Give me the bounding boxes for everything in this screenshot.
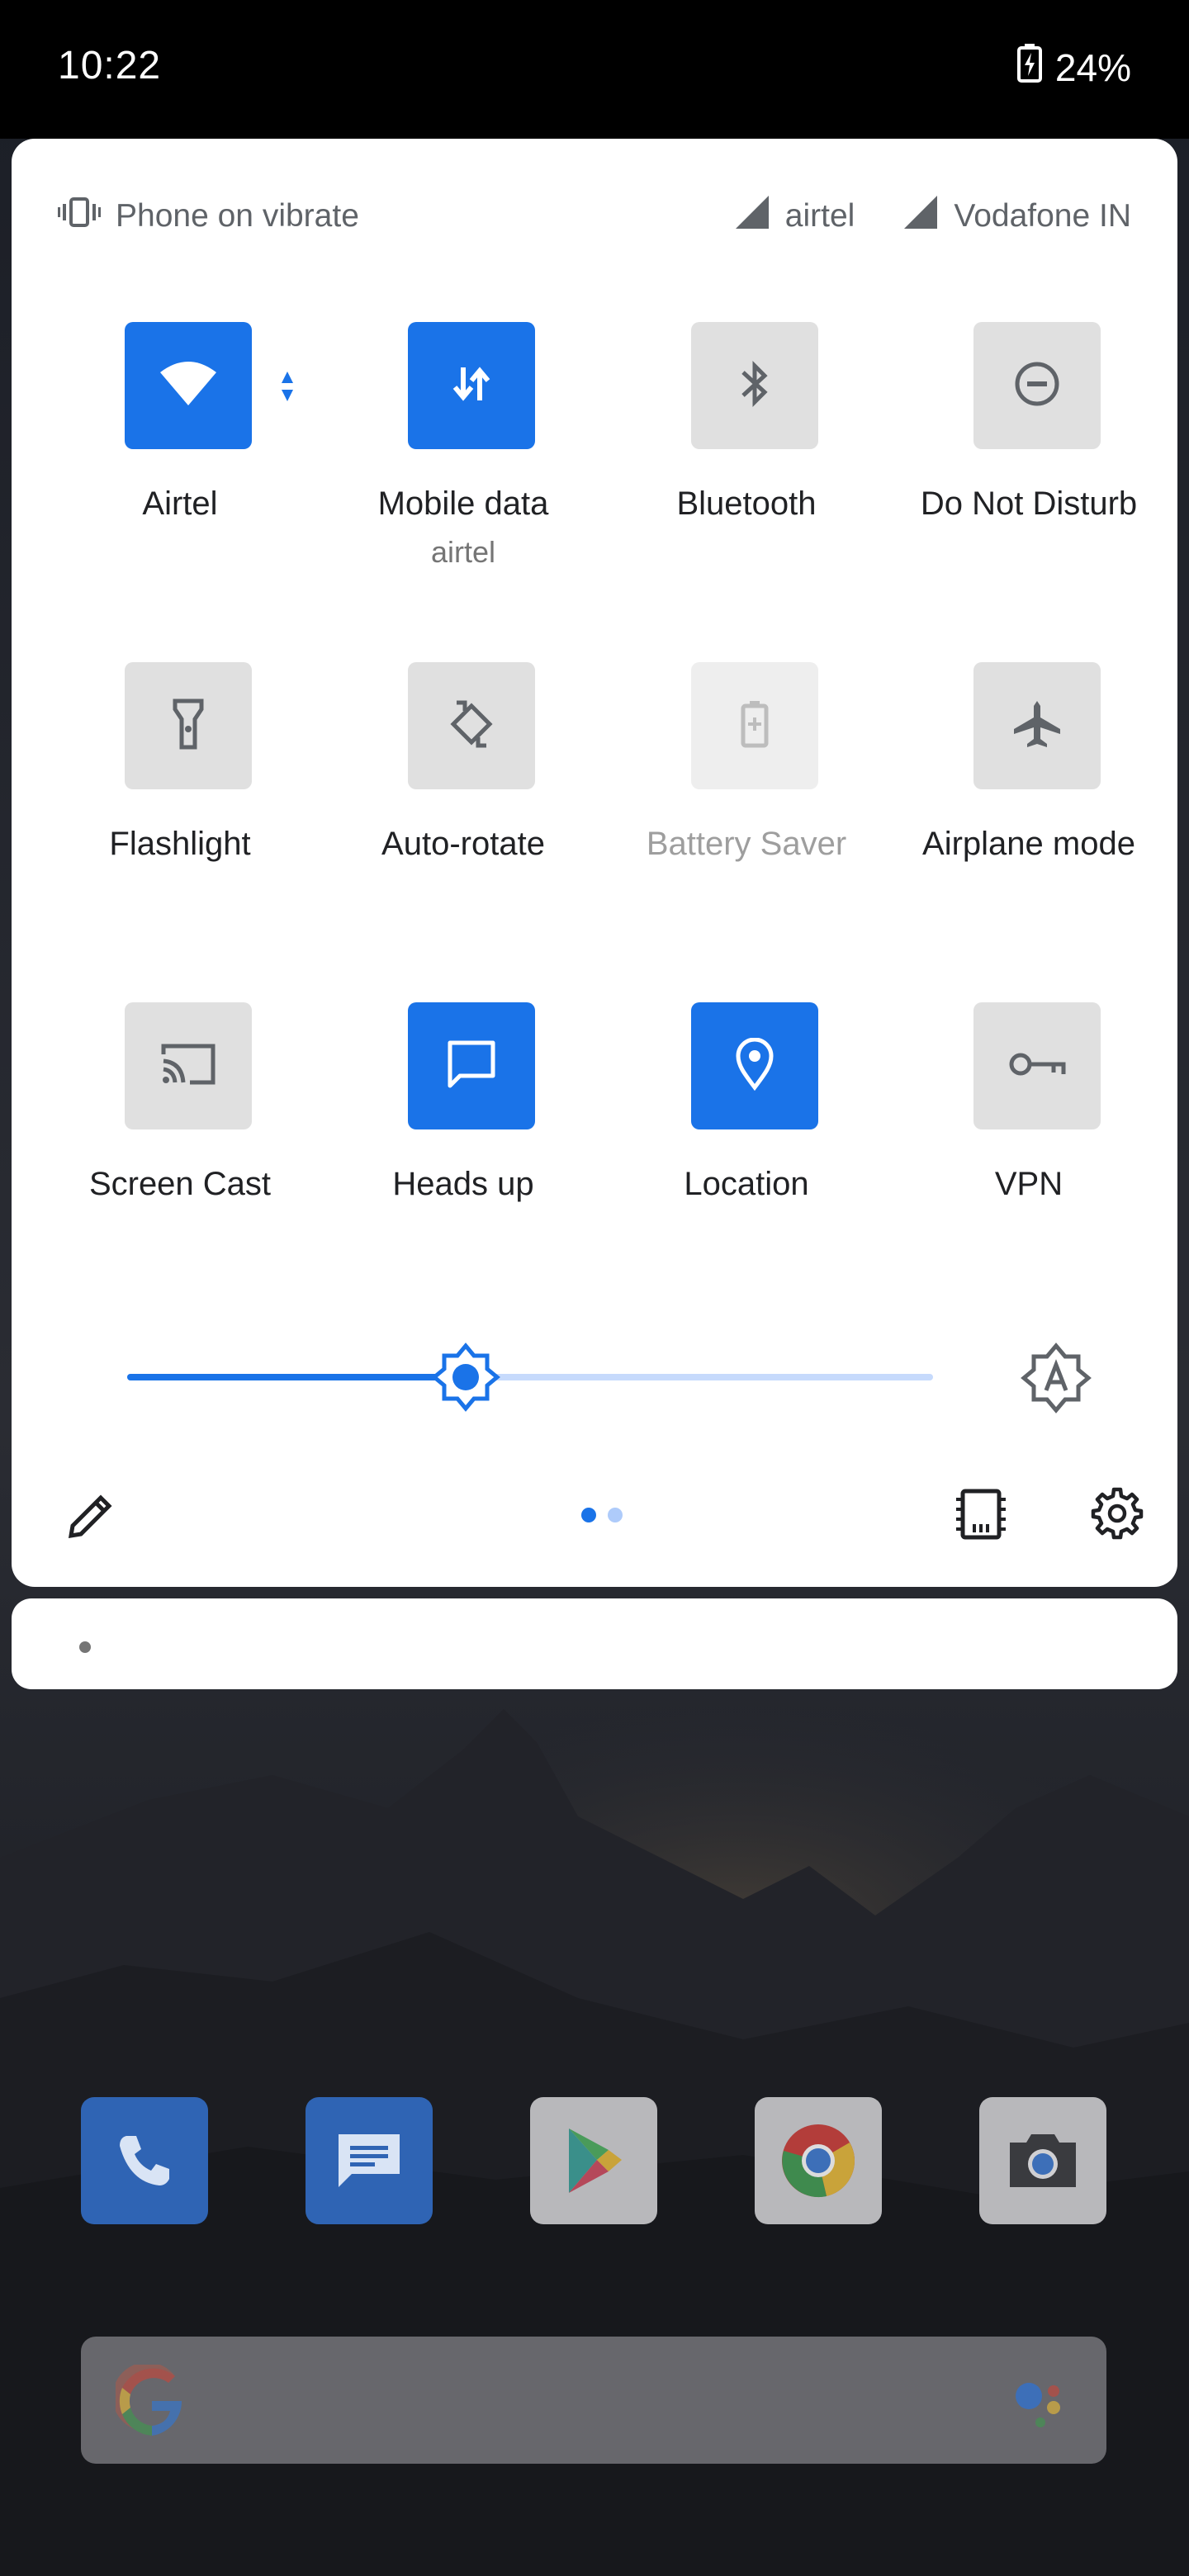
cast-icon bbox=[160, 1041, 216, 1091]
tile-label: VPN bbox=[994, 1166, 1063, 1202]
tile-mobile-data-button[interactable] bbox=[408, 322, 535, 449]
tile-label: Heads up bbox=[392, 1166, 534, 1202]
tile-label: Screen Cast bbox=[88, 1166, 272, 1202]
tile-label: Mobile data bbox=[377, 485, 549, 522]
edit-button[interactable] bbox=[64, 1489, 117, 1546]
tile-battery-saver-button[interactable] bbox=[691, 662, 818, 789]
tile-label: Bluetooth bbox=[676, 485, 817, 522]
tile-vpn-button[interactable] bbox=[973, 1002, 1101, 1129]
camera-app-icon[interactable] bbox=[979, 2097, 1106, 2224]
tile-bluetooth-button[interactable] bbox=[691, 322, 818, 449]
battery-saver-icon bbox=[740, 699, 770, 753]
tile-flashlight[interactable]: Flashlight bbox=[38, 662, 322, 935]
tile-airplane-mode[interactable]: Airplane mode bbox=[887, 662, 1171, 935]
bluetooth-icon bbox=[738, 359, 771, 413]
gear-icon bbox=[1090, 1487, 1144, 1544]
messages-app-icon[interactable] bbox=[306, 2097, 433, 2224]
tile-auto-rotate[interactable]: Auto-rotate bbox=[321, 662, 605, 935]
tile-label: Airtel bbox=[142, 485, 218, 522]
tile-label: Location bbox=[684, 1166, 809, 1202]
flashlight-icon bbox=[170, 698, 206, 755]
tile-screen-cast-button[interactable] bbox=[125, 1002, 252, 1129]
notification-strip[interactable] bbox=[12, 1598, 1177, 1689]
page-dot bbox=[608, 1508, 623, 1522]
tile-vpn[interactable]: VPN bbox=[887, 1002, 1171, 1275]
tile-label: Battery Saver bbox=[646, 826, 847, 862]
do-not-disturb-icon bbox=[1012, 359, 1062, 413]
tile-battery-saver[interactable]: Battery Saver bbox=[604, 662, 888, 935]
settings-button[interactable] bbox=[1090, 1486, 1144, 1545]
vibrate-icon bbox=[58, 196, 101, 237]
tile-flashlight-button[interactable] bbox=[125, 662, 252, 789]
wifi-icon bbox=[159, 361, 218, 411]
google-search-bar[interactable] bbox=[81, 2337, 1106, 2464]
tile-heads-up[interactable]: Heads up bbox=[321, 1002, 605, 1275]
battery-charging-icon bbox=[1016, 43, 1042, 92]
status-time: 10:22 bbox=[58, 44, 162, 88]
tile-airplane-button[interactable] bbox=[973, 662, 1101, 789]
tile-do-not-disturb[interactable]: Do Not Disturb bbox=[887, 322, 1171, 594]
memory-chip-icon bbox=[953, 1489, 1009, 1546]
memory-button[interactable] bbox=[953, 1486, 1009, 1546]
google-logo-icon bbox=[112, 2362, 188, 2441]
heads-up-icon bbox=[445, 1038, 498, 1095]
tile-bluetooth[interactable]: Bluetooth bbox=[604, 322, 888, 594]
mobile-data-icon bbox=[448, 361, 495, 411]
tile-label: Auto-rotate bbox=[381, 826, 545, 862]
airplane-icon bbox=[1011, 698, 1063, 755]
vpn-key-icon bbox=[1007, 1048, 1067, 1085]
tile-auto-rotate-button[interactable] bbox=[408, 662, 535, 789]
battery-percent: 24% bbox=[1054, 45, 1131, 89]
assistant-icon bbox=[1007, 2371, 1073, 2441]
signal-icon bbox=[902, 194, 939, 239]
signal-icon bbox=[734, 194, 770, 239]
tile-dnd-button[interactable] bbox=[973, 322, 1101, 449]
page-indicator bbox=[581, 1508, 623, 1522]
carrier-list: airtel Vodafone IN bbox=[701, 194, 1131, 239]
tile-heads-up-button[interactable] bbox=[408, 1002, 535, 1129]
page-dot-active bbox=[581, 1508, 596, 1522]
location-icon bbox=[735, 1037, 775, 1095]
notification-dot bbox=[79, 1641, 91, 1653]
tile-screen-cast[interactable]: Screen Cast bbox=[38, 1002, 322, 1275]
brightness-slider[interactable] bbox=[127, 1342, 936, 1412]
carrier-name: airtel bbox=[784, 198, 855, 234]
auto-rotate-icon bbox=[445, 698, 498, 755]
carrier-name: Vodafone IN bbox=[954, 198, 1131, 234]
tile-sublabel: airtel bbox=[430, 535, 496, 569]
ringer-status-label: Phone on vibrate bbox=[116, 198, 359, 234]
brightness-thumb[interactable] bbox=[431, 1342, 500, 1412]
ringer-status[interactable]: Phone on vibrate bbox=[58, 196, 359, 237]
tile-location[interactable]: Location bbox=[604, 1002, 888, 1275]
wifi-activity-icon bbox=[279, 370, 296, 407]
edit-pencil-icon bbox=[64, 1494, 117, 1546]
tile-label: Airplane mode bbox=[922, 826, 1135, 862]
qs-header: Phone on vibrate airtel Vodafone IN bbox=[58, 183, 1131, 249]
tile-wifi-button[interactable] bbox=[125, 322, 252, 449]
status-right: 24% bbox=[1016, 43, 1131, 92]
play-store-app-icon[interactable] bbox=[530, 2097, 657, 2224]
tile-wifi[interactable]: Airtel bbox=[38, 322, 322, 594]
phone-app-icon[interactable] bbox=[81, 2097, 208, 2224]
chrome-app-icon[interactable] bbox=[755, 2097, 882, 2224]
quick-settings-panel: Phone on vibrate airtel Vodafone IN Airt… bbox=[12, 139, 1177, 1587]
status-bar: 10:22 24% bbox=[0, 0, 1189, 139]
auto-brightness-icon[interactable] bbox=[1021, 1342, 1092, 1413]
tile-label: Flashlight bbox=[109, 826, 251, 862]
brightness-fill bbox=[127, 1374, 466, 1380]
carrier-1: airtel bbox=[734, 194, 855, 239]
tile-mobile-data[interactable]: Mobile data airtel bbox=[321, 322, 605, 594]
tile-location-button[interactable] bbox=[691, 1002, 818, 1129]
tile-label: Do Not Disturb bbox=[920, 485, 1138, 522]
carrier-2: Vodafone IN bbox=[902, 194, 1131, 239]
